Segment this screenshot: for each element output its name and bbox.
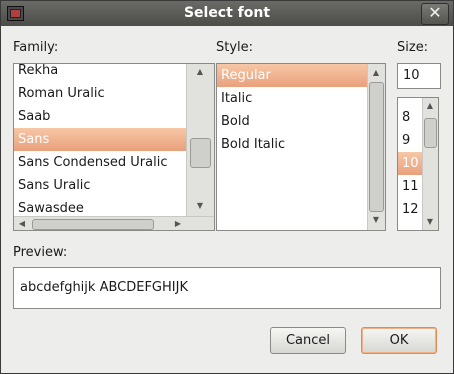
window-title: Select font [183, 5, 271, 21]
size-list[interactable]: 8 9 10 11 12 ▲ ▼ [397, 97, 439, 231]
cancel-button[interactable]: Cancel [270, 327, 346, 354]
scroll-up-icon[interactable]: ▲ [424, 100, 436, 112]
list-item[interactable]: Regular [217, 64, 367, 87]
family-scroll-thumb[interactable] [190, 138, 211, 168]
scroll-down-icon[interactable]: ▼ [424, 216, 436, 228]
close-icon[interactable]: ✕ [421, 3, 449, 25]
style-scroll-thumb[interactable] [369, 82, 384, 212]
title-bar[interactable]: Select font ✕ [1, 1, 453, 26]
list-item[interactable]: Sans Condensed Uralic [14, 151, 186, 174]
list-item[interactable]: 9 [398, 129, 422, 152]
preview-label: Preview: [13, 245, 68, 260]
family-horizontal-scrollbar[interactable]: ◀ ▶ [14, 216, 214, 230]
list-item[interactable]: Sans Uralic [14, 174, 186, 197]
style-vertical-scrollbar[interactable]: ▲ ▼ [367, 64, 385, 230]
scroll-up-icon[interactable]: ▲ [370, 67, 382, 79]
size-scroll-thumb[interactable] [424, 118, 437, 148]
list-item[interactable]: Rekha [14, 64, 186, 82]
style-list[interactable]: Regular Italic Bold Bold Italic ▲ ▼ [216, 63, 386, 231]
list-item[interactable]: 12 [398, 198, 422, 221]
select-font-dialog: Select font ✕ Family: Rekha Roman Uralic S… [0, 0, 454, 374]
list-item[interactable]: 8 [398, 106, 422, 129]
ok-button[interactable]: OK [361, 327, 437, 354]
list-item[interactable]: Saab [14, 105, 186, 128]
family-vertical-scrollbar[interactable]: ▲ ▼ [186, 64, 214, 216]
list-item[interactable]: 11 [398, 175, 422, 198]
family-label: Family: [13, 40, 59, 55]
scroll-down-icon[interactable]: ▼ [370, 214, 382, 226]
scroll-right-icon[interactable]: ▶ [172, 218, 184, 230]
scroll-up-icon[interactable]: ▲ [194, 66, 206, 78]
style-label: Style: [216, 40, 254, 55]
scroll-left-icon[interactable]: ◀ [16, 218, 28, 230]
list-item[interactable]: 10 [398, 152, 422, 175]
size-input[interactable]: 10 [397, 63, 441, 89]
list-item[interactable]: Sans [14, 128, 186, 151]
list-item[interactable]: Italic [217, 87, 367, 110]
list-item[interactable]: Bold [217, 110, 367, 133]
family-list[interactable]: Rekha Roman Uralic Saab Sans Sans Condensed … [13, 63, 215, 231]
size-vertical-scrollbar[interactable]: ▲ ▼ [422, 98, 438, 230]
list-item[interactable]: Bold Italic [217, 133, 367, 156]
size-label: Size: [397, 40, 429, 55]
scroll-down-icon[interactable]: ▼ [194, 200, 206, 212]
preview-text-field[interactable]: abcdefghijk ABCDEFGHIJK [13, 267, 441, 309]
list-item[interactable]: Roman Uralic [14, 82, 186, 105]
family-hscroll-thumb[interactable] [32, 219, 154, 230]
